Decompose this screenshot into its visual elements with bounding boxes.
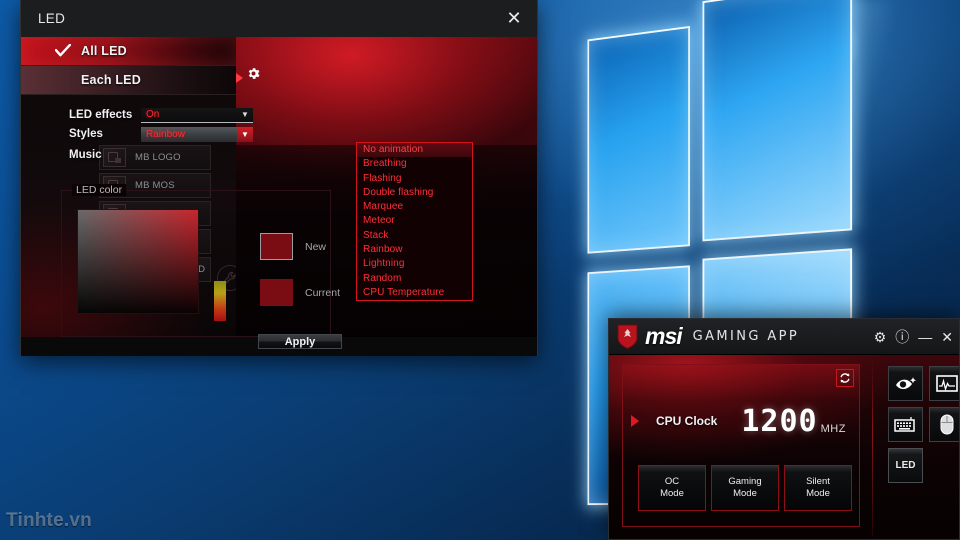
dropdown-option[interactable]: No animation xyxy=(357,143,472,157)
apply-button[interactable]: Apply xyxy=(258,334,342,349)
styles-label: Styles xyxy=(69,128,141,140)
panel-divider xyxy=(872,359,873,537)
music-label: Music xyxy=(69,149,141,161)
gaming-mode-button[interactable]: Gaming Mode xyxy=(711,465,779,511)
form-row-music: Music xyxy=(69,145,141,165)
mouse-icon[interactable] xyxy=(929,407,960,442)
current-color-swatch[interactable] xyxy=(260,279,293,306)
chevron-down-icon: ▼ xyxy=(237,110,253,119)
gaming-mode-line1: Gaming xyxy=(728,476,761,487)
form-row-styles: Styles Rainbow ▼ xyxy=(69,124,253,144)
form-row-led-effects: LED effects On ▼ xyxy=(69,105,253,125)
dropdown-option[interactable]: Rainbow xyxy=(357,243,472,257)
oc-mode-line2: Mode xyxy=(660,488,684,499)
tab-all-led[interactable]: All LED xyxy=(21,37,236,66)
msi-dragon-shield-logo xyxy=(617,324,638,349)
led-button[interactable]: LED xyxy=(888,448,923,483)
styles-select[interactable]: Rainbow ▼ xyxy=(141,127,253,142)
silent-mode-button[interactable]: Silent Mode xyxy=(784,465,852,511)
dropdown-option[interactable]: Breathing xyxy=(357,157,472,171)
led-window-title: LED xyxy=(38,11,65,26)
silent-mode-line1: Silent xyxy=(806,476,830,487)
wallpaper-pane-top-left xyxy=(587,26,689,254)
dropdown-option[interactable]: Meteor xyxy=(357,214,472,228)
tab-each-led[interactable]: Each LED xyxy=(21,66,236,95)
msi-content: CPU Clock 1200 MHZ OC Mode Gaming Mode S… xyxy=(609,355,959,540)
new-color-label: New xyxy=(305,241,326,253)
mode-button-row: OC Mode Gaming Mode Silent Mode xyxy=(638,465,857,511)
tab-each-led-label: Each LED xyxy=(81,73,141,87)
dropdown-option[interactable]: Marquee xyxy=(357,200,472,214)
led-effects-label: LED effects xyxy=(69,109,141,121)
styles-dropdown-list[interactable]: No animation Breathing Flashing Double f… xyxy=(356,142,473,301)
monitor-chart-icon[interactable] xyxy=(929,366,960,401)
cpu-clock-value: 1200 xyxy=(741,404,817,439)
color-picker-field[interactable] xyxy=(77,209,199,314)
current-color-swatch-row: Current xyxy=(260,279,340,306)
msi-gaming-app-window: msi GAMING APP ⚙ ⓘ — ✕ CPU Clock 1200 MH… xyxy=(608,318,960,540)
msi-window-controls: ⚙ ⓘ — ✕ xyxy=(874,319,953,355)
msi-app-subtitle: GAMING APP xyxy=(693,329,800,344)
led-effects-value: On xyxy=(141,109,237,120)
oc-mode-label: OC Mode xyxy=(660,476,684,500)
tab-all-led-label: All LED xyxy=(81,44,127,58)
cpu-clock-row: CPU Clock 1200 MHZ xyxy=(631,403,851,439)
dropdown-option[interactable]: Lightning xyxy=(357,257,472,271)
cpu-clock-unit: MHZ xyxy=(821,423,846,435)
led-color-title: LED color xyxy=(72,184,126,196)
msi-left-panel: CPU Clock 1200 MHZ OC Mode Gaming Mode S… xyxy=(609,355,872,540)
led-color-group: LED color New Current xyxy=(61,190,331,337)
gear-icon[interactable] xyxy=(246,66,261,81)
close-icon[interactable]: ✕ xyxy=(499,4,529,32)
section-arrow-icon xyxy=(236,73,243,83)
gear-icon[interactable]: ⚙ xyxy=(874,330,887,344)
info-icon[interactable]: ⓘ xyxy=(895,330,909,344)
dropdown-option[interactable]: Flashing xyxy=(357,172,472,186)
styles-value: Rainbow xyxy=(141,129,237,140)
led-effects-select[interactable]: On ▼ xyxy=(141,108,253,123)
wallpaper-pane-top-right xyxy=(702,0,852,241)
led-window-body: All LED Each LED MB LOGO MB MOS MB Audio xyxy=(21,37,537,356)
led-window-titlebar: LED ✕ xyxy=(21,0,537,37)
led-window: LED ✕ All LED Each LED MB LOGO MB MOS LE… xyxy=(20,0,538,356)
dropdown-option[interactable]: Random xyxy=(357,272,472,286)
check-icon xyxy=(55,44,71,58)
msi-titlebar: msi GAMING APP ⚙ ⓘ — ✕ xyxy=(609,319,959,355)
gaming-mode-line2: Mode xyxy=(733,488,757,499)
dropdown-option[interactable]: CPU Temperature xyxy=(357,286,472,300)
oc-mode-button[interactable]: OC Mode xyxy=(638,465,706,511)
minimize-icon[interactable]: — xyxy=(918,330,932,344)
refresh-icon[interactable] xyxy=(836,369,854,387)
oc-panel: CPU Clock 1200 MHZ OC Mode Gaming Mode S… xyxy=(622,364,860,527)
cpu-clock-label: CPU Clock xyxy=(656,414,717,428)
msi-tool-panel: LED xyxy=(879,355,960,540)
close-icon[interactable]: ✕ xyxy=(941,330,953,344)
oc-mode-line1: OC xyxy=(665,476,679,487)
current-color-label: Current xyxy=(305,287,340,299)
dropdown-option[interactable]: Stack xyxy=(357,229,472,243)
caret-right-icon xyxy=(631,415,639,427)
silent-mode-label: Silent Mode xyxy=(806,476,830,500)
watermark: Tinhte.vn xyxy=(6,510,92,532)
silent-mode-line2: Mode xyxy=(806,488,830,499)
hue-slider[interactable] xyxy=(214,281,226,321)
eye-rest-icon[interactable] xyxy=(888,366,923,401)
chevron-down-icon: ▼ xyxy=(237,127,253,142)
new-color-swatch[interactable] xyxy=(260,233,293,260)
msi-wordmark: msi xyxy=(645,323,682,350)
device-label: MB LOGO xyxy=(135,152,181,163)
keyboard-icon[interactable] xyxy=(888,407,923,442)
gaming-mode-label: Gaming Mode xyxy=(728,476,761,500)
new-color-swatch-row: New xyxy=(260,233,326,260)
dropdown-option[interactable]: Double flashing xyxy=(357,186,472,200)
